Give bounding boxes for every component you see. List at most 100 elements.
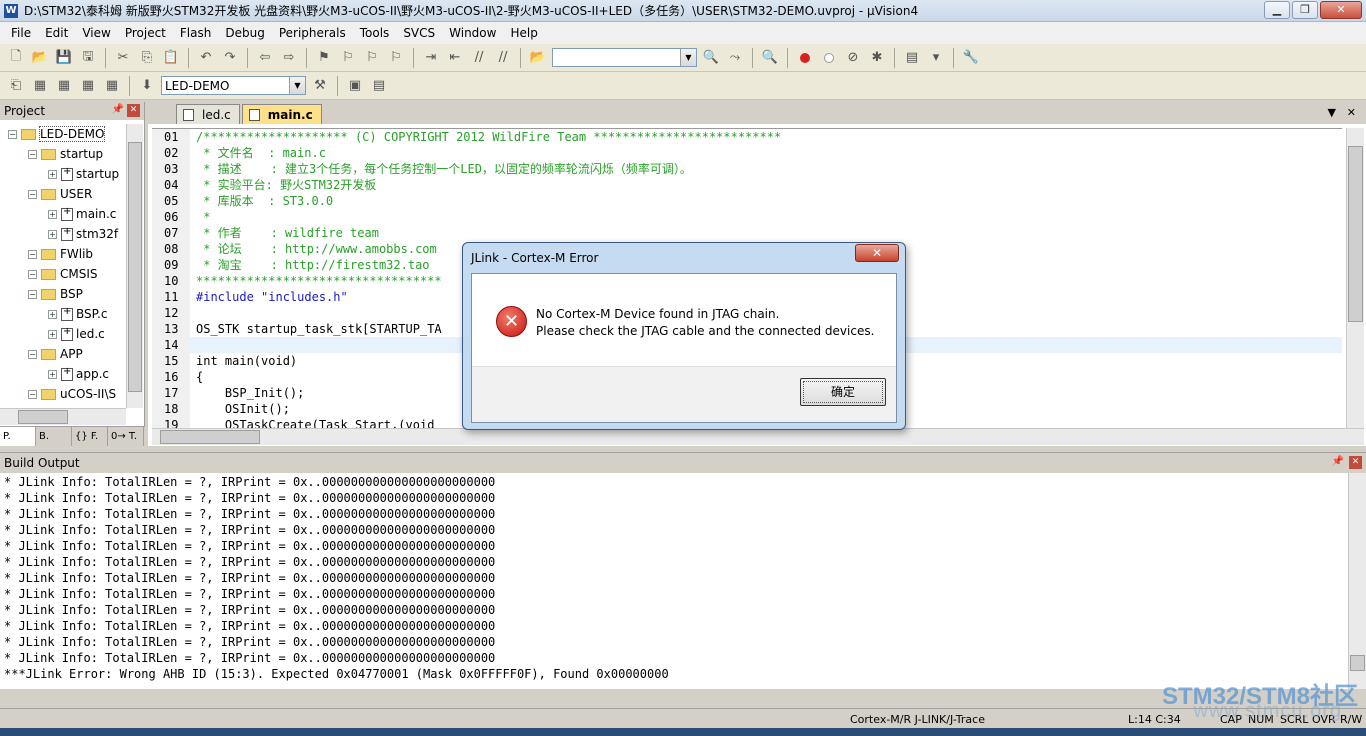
tree-item[interactable]: − BSP [0,284,126,304]
restore-button[interactable]: ❐ [1292,1,1318,19]
project-tree-vscrollbar[interactable] [126,124,143,408]
insert-breakpoint-icon[interactable] [795,48,815,68]
expand-plus-icon[interactable]: + [48,169,57,179]
tab-list-icon[interactable]: ▼ [1328,106,1336,119]
tab-main-c[interactable]: main.c [241,104,322,124]
scroll-thumb[interactable] [18,410,68,424]
configure-icon[interactable]: 🔧 [961,48,981,68]
find-icon[interactable]: 🔍 [701,48,721,68]
code-line[interactable]: 02 * 文件名 : main.c [152,145,1342,161]
tree-item[interactable]: + stm32f [0,224,126,244]
scroll-thumb[interactable] [1350,655,1365,671]
manage-components-icon[interactable]: ▣ [345,76,365,96]
open-file-icon[interactable]: 📂 [30,48,50,68]
pin-icon[interactable]: 📌 [112,104,124,115]
undo-icon[interactable]: ↶ [196,48,216,68]
save-icon[interactable]: 💾 [54,48,74,68]
expand-plus-icon[interactable]: + [48,369,57,379]
save-all-icon[interactable]: 🖫 [78,48,98,68]
expand-plus-icon[interactable]: + [48,209,57,219]
menu-flash[interactable]: Flash [173,26,218,40]
tab-templates[interactable]: 0→ T. [108,427,144,446]
kill-all-breakpoints-icon[interactable]: ✱ [867,48,887,68]
next-bookmark-icon[interactable]: ⚐ [362,48,382,68]
close-icon[interactable]: ✕ [1349,456,1362,469]
menu-view[interactable]: View [75,26,117,40]
manage-environment-icon[interactable]: ▤ [369,76,389,96]
translate-icon[interactable]: ⎗ [6,76,26,96]
collapse-minus-icon[interactable]: − [28,389,37,399]
tree-item[interactable]: + BSP.c [0,304,126,324]
menu-help[interactable]: Help [503,26,544,40]
menu-project[interactable]: Project [118,26,173,40]
tree-item[interactable]: + startup [0,164,126,184]
paste-icon[interactable]: 📋 [161,48,181,68]
close-tab-icon[interactable]: ✕ [1347,106,1356,119]
stop-build-icon[interactable]: ▦ [102,76,122,96]
collapse-minus-icon[interactable]: − [28,269,37,279]
incremental-find-icon[interactable]: ⤳ [725,48,745,68]
nav-forward-icon[interactable]: ⇨ [279,48,299,68]
scroll-thumb[interactable] [160,430,260,444]
tree-item[interactable]: − USER [0,184,126,204]
batch-build-icon[interactable]: ▦ [78,76,98,96]
code-line[interactable]: 03 * 描述 : 建立3个任务，每个任务控制一个LED，以固定的频率轮流闪烁（… [152,161,1342,177]
find-combo[interactable]: ▼ [552,48,697,67]
menu-edit[interactable]: Edit [38,26,75,40]
minimize-button[interactable]: ▁ [1264,1,1290,19]
build-output-pane[interactable]: * JLink Info: TotalIRLen = ?, IRPrint = … [0,473,1366,689]
ok-button[interactable]: 确定 [800,378,886,406]
tab-books[interactable]: B. [36,427,72,446]
expand-plus-icon[interactable]: + [48,229,57,239]
collapse-minus-icon[interactable]: − [28,189,37,199]
tab-led-c[interactable]: led.c [176,104,240,124]
tree-item[interactable]: − FWlib [0,244,126,264]
bookmark-icon[interactable]: ⚑ [314,48,334,68]
chevron-down-icon[interactable]: ▼ [289,77,305,94]
window-layout-icon[interactable]: ▤ [902,48,922,68]
scroll-thumb[interactable] [1348,146,1363,322]
cut-icon[interactable]: ✂ [113,48,133,68]
scroll-thumb[interactable] [128,142,142,392]
tree-item[interactable]: + app.c [0,364,126,384]
copy-icon[interactable]: ⎘ [137,48,157,68]
collapse-minus-icon[interactable]: − [28,249,37,259]
new-file-icon[interactable]: 🗋 [6,48,26,68]
tree-item[interactable]: − APP [0,344,126,364]
unindent-icon[interactable]: ⇤ [445,48,465,68]
debug-session-icon[interactable]: 🔍 [760,48,780,68]
comment-icon[interactable]: // [469,48,489,68]
menu-file[interactable]: File [4,26,38,40]
editor-hscrollbar[interactable] [152,428,1364,445]
menu-tools[interactable]: Tools [353,26,397,40]
tab-project[interactable]: P. [0,427,36,446]
tree-item[interactable]: − CMSIS [0,264,126,284]
code-line[interactable]: 06 * [152,209,1342,225]
pin-icon[interactable]: 📌 [1332,456,1344,467]
nav-back-icon[interactable]: ⇦ [255,48,275,68]
code-line[interactable]: 07 * 作者 : wildfire team [152,225,1342,241]
collapse-minus-icon[interactable]: − [28,289,37,299]
disable-breakpoint-icon[interactable] [819,48,839,68]
target-select[interactable]: LED-DEMO ▼ [161,76,306,95]
close-window-button[interactable]: ✕ [1320,1,1362,19]
prev-bookmark-icon[interactable]: ⚐ [338,48,358,68]
chevron-down-icon[interactable]: ▼ [680,49,696,66]
build-icon[interactable]: ▦ [30,76,50,96]
editor-vscrollbar[interactable] [1346,128,1364,428]
build-output-vscrollbar[interactable] [1348,473,1366,689]
redo-icon[interactable]: ↷ [220,48,240,68]
target-options-icon[interactable]: ⚒ [310,76,330,96]
menu-peripherals[interactable]: Peripherals [272,26,353,40]
code-line[interactable]: 04 * 实验平台: 野火STM32开发板 [152,177,1342,193]
collapse-minus-icon[interactable]: − [8,129,17,139]
menu-svcs[interactable]: SVCS [396,26,442,40]
code-line[interactable]: 05 * 库版本 : ST3.0.0 [152,193,1342,209]
menu-window[interactable]: Window [442,26,503,40]
collapse-minus-icon[interactable]: − [28,149,37,159]
tree-item[interactable]: − uCOS-II\S [0,384,126,404]
expand-plus-icon[interactable]: + [48,309,57,319]
chevron-down-icon[interactable]: ▾ [926,48,946,68]
expand-plus-icon[interactable]: + [48,329,57,339]
rebuild-icon[interactable]: ▦ [54,76,74,96]
